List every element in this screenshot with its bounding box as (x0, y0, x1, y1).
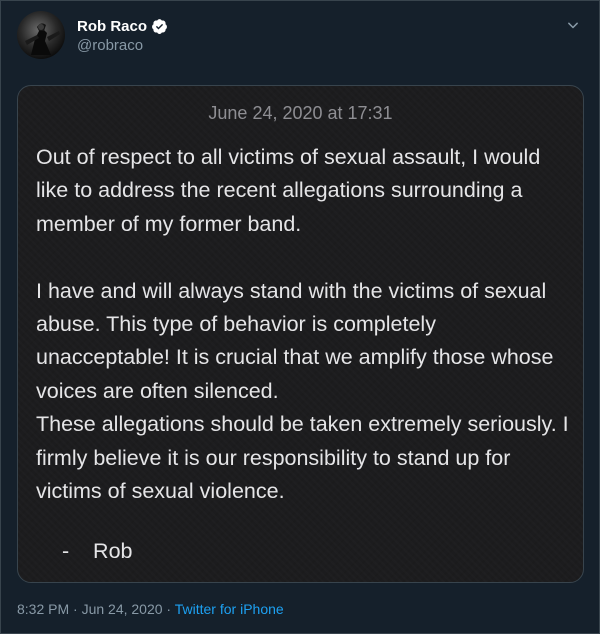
tweet-header: Rob Raco @robraco (17, 11, 583, 61)
note-body: Out of respect to all victims of sexual … (36, 141, 571, 508)
tweet-footer: 8:32 PM · Jun 24, 2020 · Twitter for iPh… (17, 601, 284, 617)
note-paragraph-3: These allegations should be taken extrem… (36, 412, 575, 504)
display-name[interactable]: Rob Raco (77, 18, 147, 35)
note-date: June 24, 2020 at 17:31 (208, 103, 393, 123)
display-name-row: Rob Raco (77, 16, 168, 36)
note-paragraph-1: Out of respect to all victims of sexual … (36, 145, 547, 236)
chevron-down-icon[interactable] (563, 15, 583, 35)
avatar[interactable] (17, 11, 65, 59)
note-signoff-text: - Rob (62, 539, 133, 563)
tweet-timestamp[interactable]: 8:32 PM · Jun 24, 2020 · (17, 601, 175, 617)
avatar-silhouette-icon (25, 23, 60, 55)
author-names: Rob Raco @robraco (77, 16, 168, 54)
tweet-card: Rob Raco @robraco June 24, 2020 at 17:31… (0, 0, 600, 634)
author-handle[interactable]: @robraco (77, 37, 168, 54)
tweet-source-link[interactable]: Twitter for iPhone (175, 601, 284, 617)
note-signoff: - Rob (62, 539, 133, 564)
note-paragraph-2: I have and will always stand with the vi… (36, 278, 560, 403)
verified-badge-icon (152, 18, 167, 34)
attached-note-image[interactable]: June 24, 2020 at 17:31 Out of respect to… (17, 85, 584, 583)
